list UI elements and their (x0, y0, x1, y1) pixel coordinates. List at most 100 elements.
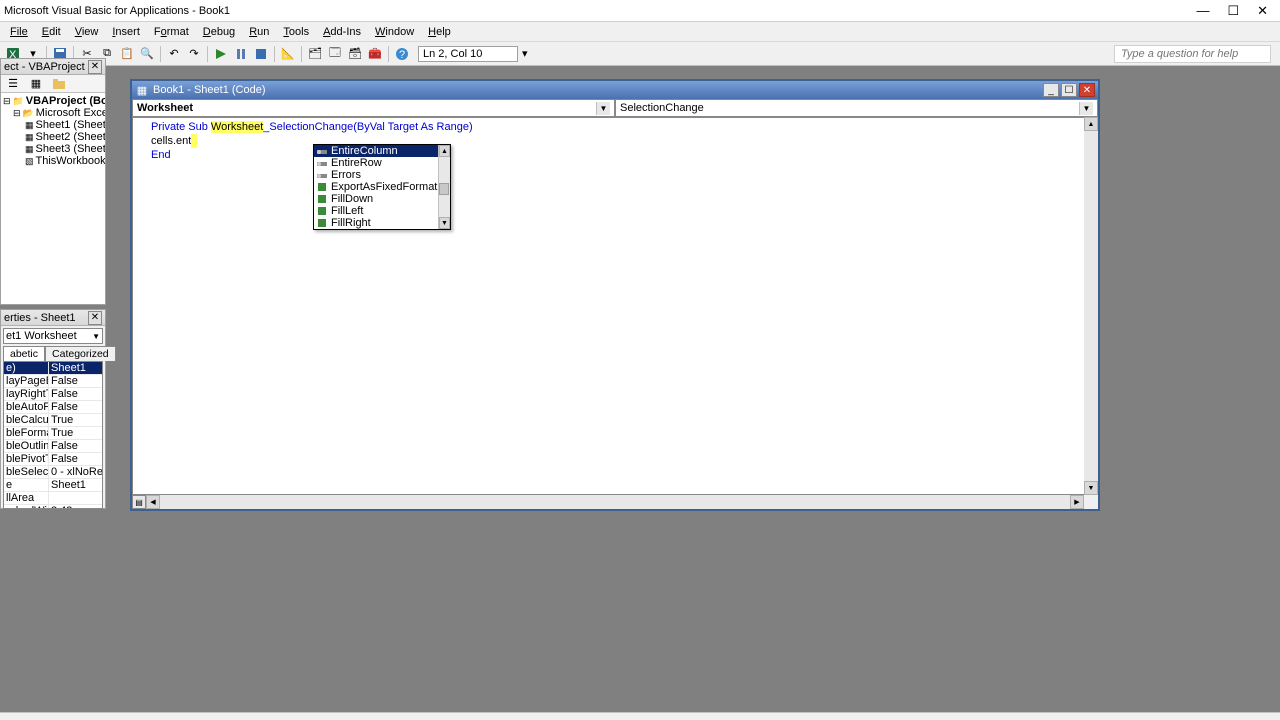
property-row[interactable]: bleAutoFilterFalse (4, 401, 102, 414)
menu-run[interactable]: Run (242, 24, 276, 40)
tree-sheet1[interactable]: ▦Sheet1 (Sheet1) (3, 119, 103, 131)
scroll-down-icon[interactable]: ▼ (439, 217, 450, 229)
property-value[interactable]: True (49, 427, 102, 439)
property-value[interactable]: False (49, 388, 102, 400)
break-icon[interactable] (233, 46, 249, 62)
menu-tools[interactable]: Tools (276, 24, 316, 40)
intellisense-item[interactable]: FillRight (314, 217, 450, 229)
code-editor[interactable]: Private Sub Worksheet_SelectionChange(By… (132, 117, 1098, 495)
properties-icon[interactable]: 🗔 (327, 46, 343, 62)
redo-icon[interactable]: ↷ (186, 46, 202, 62)
menu-window[interactable]: Window (368, 24, 421, 40)
properties-grid[interactable]: e)Sheet1layPageBreakFalselayRightToLefFa… (3, 361, 103, 509)
code-close-button[interactable]: ✕ (1079, 83, 1095, 97)
scroll-left-icon[interactable]: ◀ (146, 495, 160, 509)
code-maximize-button[interactable]: ☐ (1061, 83, 1077, 97)
menu-debug[interactable]: Debug (196, 24, 242, 40)
property-value[interactable]: True (49, 414, 102, 426)
undo-icon[interactable]: ↶ (166, 46, 182, 62)
menu-help[interactable]: Help (421, 24, 458, 40)
scroll-thumb[interactable] (439, 183, 449, 195)
vertical-scrollbar[interactable]: ▲ ▼ (1084, 117, 1098, 495)
menu-edit[interactable]: Edit (35, 24, 68, 40)
property-row[interactable]: ndardWidth8.43 (4, 505, 102, 509)
intellisense-item[interactable]: ExportAsFixedFormat (314, 181, 450, 193)
intellisense-popup[interactable]: EntireColumnEntireRowErrorsExportAsFixed… (313, 144, 451, 230)
code-window-title[interactable]: ▦ Book1 - Sheet1 (Code) _ ☐ ✕ (132, 81, 1098, 99)
menu-addins[interactable]: Add-Ins (316, 24, 368, 40)
property-row[interactable]: bleOutliningFalse (4, 440, 102, 453)
run-icon[interactable] (213, 46, 229, 62)
property-row[interactable]: bleSelection0 - xlNoRestric (4, 466, 102, 479)
menu-insert[interactable]: Insert (105, 24, 147, 40)
property-value[interactable]: False (49, 401, 102, 413)
menu-format[interactable]: Format (147, 24, 196, 40)
property-row[interactable]: eSheet1 (4, 479, 102, 492)
find-icon[interactable]: 🔍 (139, 46, 155, 62)
toolbox-icon[interactable]: 🧰 (367, 46, 383, 62)
project-tree[interactable]: ⊟ 📁 VBAProject (Book1) ⊟ 📂 Microsoft Exc… (1, 93, 105, 304)
close-button[interactable]: ✕ (1257, 3, 1268, 19)
property-row[interactable]: layRightToLefFalse (4, 388, 102, 401)
property-value[interactable]: False (49, 375, 102, 387)
object-combo[interactable]: Worksheet ▼ (132, 99, 615, 117)
menu-file[interactable]: File (3, 24, 35, 40)
help-search-input[interactable] (1114, 45, 1271, 63)
properties-panel-close-icon[interactable]: ✕ (88, 311, 102, 325)
project-panel-close-icon[interactable]: ✕ (88, 60, 102, 74)
properties-object-combo[interactable]: et1 Worksheet ▼ (3, 328, 103, 344)
view-code-icon[interactable]: ☰ (5, 76, 21, 92)
property-row[interactable]: layPageBreakFalse (4, 375, 102, 388)
dropdown-arrow-icon[interactable]: ▼ (596, 102, 610, 115)
property-value[interactable]: False (49, 453, 102, 465)
project-explorer-icon[interactable]: 🗂 (307, 46, 323, 62)
tree-thisworkbook[interactable]: ▧ThisWorkbook (3, 155, 103, 167)
property-value[interactable]: 8.43 (49, 505, 102, 509)
procedure-view-icon[interactable]: ▤ (132, 495, 146, 509)
property-row[interactable]: bleCalculationTrue (4, 414, 102, 427)
toolbar-grip-icon[interactable]: ▾ (522, 47, 528, 60)
property-row[interactable]: e)Sheet1 (4, 362, 102, 375)
toggle-folders-icon[interactable] (51, 76, 67, 92)
property-row[interactable]: blePivotTableFalse (4, 453, 102, 466)
scroll-up-icon[interactable]: ▲ (439, 145, 450, 157)
property-value[interactable] (49, 492, 102, 504)
menu-view[interactable]: View (68, 24, 106, 40)
property-row[interactable]: llArea (4, 492, 102, 505)
intellisense-item[interactable]: FillLeft (314, 205, 450, 217)
paste-icon[interactable]: 📋 (119, 46, 135, 62)
intellisense-item[interactable]: Errors (314, 169, 450, 181)
intellisense-scrollbar[interactable]: ▲ ▼ (438, 145, 450, 229)
maximize-button[interactable]: ☐ (1227, 3, 1239, 19)
intellisense-item[interactable]: EntireRow (314, 157, 450, 169)
tree-project-root[interactable]: ⊟ 📁 VBAProject (Book1) (3, 95, 103, 107)
tree-sheet3[interactable]: ▦Sheet3 (Sheet3) (3, 143, 103, 155)
tab-alphabetic[interactable]: abetic (3, 346, 45, 361)
intellisense-item[interactable]: FillDown (314, 193, 450, 205)
property-value[interactable]: 0 - xlNoRestric (49, 466, 102, 478)
tree-sheet2[interactable]: ▦Sheet2 (Sheet2) (3, 131, 103, 143)
minimize-button[interactable]: — (1196, 3, 1209, 19)
horizontal-scrollbar[interactable]: ◀ ▶ (146, 495, 1084, 509)
reset-icon[interactable] (253, 46, 269, 62)
object-browser-icon[interactable]: 🗃 (347, 46, 363, 62)
design-mode-icon[interactable]: 📐 (280, 46, 296, 62)
scroll-right-icon[interactable]: ▶ (1070, 495, 1084, 509)
tree-folder[interactable]: ⊟ 📂 Microsoft Excel Objects (3, 107, 103, 119)
help-icon[interactable]: ? (394, 46, 410, 62)
property-value[interactable]: Sheet1 (49, 479, 102, 491)
procedure-combo[interactable]: SelectionChange ▼ (615, 99, 1098, 117)
minus-icon[interactable]: ⊟ (3, 95, 11, 107)
tab-categorized[interactable]: Categorized (45, 346, 116, 361)
dropdown-arrow-icon[interactable]: ▼ (92, 332, 100, 341)
property-value[interactable]: False (49, 440, 102, 452)
view-object-icon[interactable]: ▦ (28, 76, 44, 92)
dropdown-arrow-icon[interactable]: ▼ (1079, 102, 1093, 115)
property-value[interactable]: Sheet1 (49, 362, 102, 374)
code-text[interactable]: Private Sub Worksheet_SelectionChange(By… (133, 118, 1097, 164)
scroll-up-icon[interactable]: ▲ (1084, 117, 1098, 131)
minus-icon[interactable]: ⊟ (13, 107, 21, 119)
property-row[interactable]: bleFormatConTrue (4, 427, 102, 440)
code-minimize-button[interactable]: _ (1043, 83, 1059, 97)
scroll-down-icon[interactable]: ▼ (1084, 481, 1098, 495)
